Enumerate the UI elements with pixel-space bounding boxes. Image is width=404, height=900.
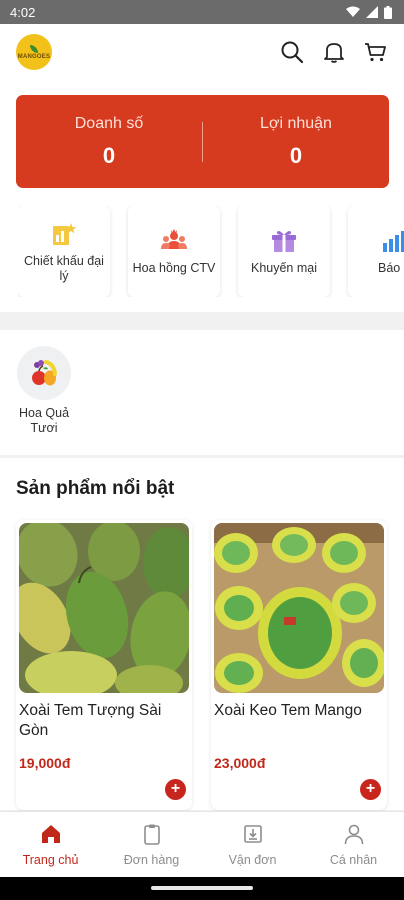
featured-section: Sản phẩm nổi bật Xoài Tem Tượng Sài Gòn …: [0, 458, 404, 810]
signal-icon: [366, 6, 378, 18]
top-section: Doanh số 0 Lợi nhuận 0 Chiết khấu đại lý…: [0, 80, 404, 312]
quick-item-label: Chiết khấu đại lý: [24, 253, 104, 283]
add-to-cart-button[interactable]: +: [165, 779, 186, 800]
quick-item-label: Báo c: [378, 261, 404, 275]
profit-block[interactable]: Lợi nhuận 0: [203, 115, 389, 169]
status-bar: 4:02: [0, 0, 404, 24]
category-section: Hoa Quả Tươi: [0, 330, 404, 455]
product-name: Xoài Tem Tượng Sài Gòn: [19, 702, 162, 739]
quick-item-agent-discount[interactable]: Chiết khấu đại lý: [18, 206, 110, 297]
bell-icon[interactable]: [322, 40, 346, 64]
add-to-cart-button[interactable]: +: [360, 779, 381, 800]
status-time: 4:02: [10, 4, 36, 20]
nav-home[interactable]: Trang chủ: [0, 812, 101, 877]
fruit-icon: [17, 346, 71, 400]
quick-item-ctv-commission[interactable]: Hoa hồng CTV: [128, 206, 220, 297]
product-image: [214, 523, 384, 693]
search-icon[interactable]: [280, 40, 304, 64]
category-label: Hoa Quả Tươi: [18, 406, 70, 435]
quick-item-report[interactable]: Báo c: [348, 206, 404, 297]
quick-item-label: Hoa hồng CTV: [132, 261, 216, 275]
logo-leaf-icon: [30, 44, 38, 53]
quick-item-label: Khuyến mại: [250, 261, 317, 275]
quick-menu: Chiết khấu đại lý Hoa hồng CTV Khuyến mạ…: [18, 206, 404, 297]
nav-shipping[interactable]: Vận đơn: [202, 812, 303, 877]
discount-chart-icon: [50, 220, 78, 248]
logo-text: MANGOES: [17, 53, 51, 60]
sales-label: Doanh số: [74, 114, 144, 132]
bottom-nav: Trang chủ Đơn hàng Vận đơn Cá nhân: [0, 811, 404, 877]
nav-orders[interactable]: Đơn hàng: [101, 812, 202, 877]
summary-card: Doanh số 0 Lợi nhuận 0: [16, 95, 389, 188]
nav-label: Trang chủ: [22, 852, 79, 867]
product-image: [19, 523, 189, 693]
nav-label: Cá nhân: [329, 852, 378, 867]
app-logo[interactable]: MANGOES: [16, 34, 52, 70]
app-header: MANGOES: [0, 24, 404, 80]
user-icon: [343, 823, 365, 845]
sales-value: 0: [102, 142, 116, 168]
nav-label: Đơn hàng: [123, 852, 180, 867]
gesture-handle[interactable]: [151, 886, 253, 890]
wifi-icon: [346, 6, 360, 18]
nav-profile[interactable]: Cá nhân: [303, 812, 404, 877]
featured-title: Sản phẩm nổi bật: [16, 478, 175, 499]
sales-block[interactable]: Doanh số 0: [16, 115, 202, 169]
shipping-box-icon: [242, 823, 264, 845]
bar-chart-icon: [380, 227, 404, 255]
nav-label: Vận đơn: [228, 852, 277, 867]
profit-value: 0: [289, 142, 303, 168]
category-item-fresh-fruit[interactable]: Hoa Quả Tươi: [14, 346, 74, 436]
product-price: 23,000đ: [214, 755, 266, 771]
profit-label: Lợi nhuận: [260, 114, 332, 132]
gift-icon: [270, 227, 298, 255]
gesture-bar-area: [0, 877, 404, 900]
clipboard-icon: [141, 823, 163, 845]
product-price: 19,000đ: [19, 755, 71, 771]
home-icon: [40, 823, 62, 845]
battery-icon: [384, 5, 392, 19]
status-icons: [346, 5, 392, 19]
product-name: Xoài Keo Tem Mango: [214, 702, 362, 719]
cart-icon[interactable]: [364, 40, 388, 64]
team-commission-icon: [160, 227, 188, 255]
product-card[interactable]: Xoài Tem Tượng Sài Gòn 19,000đ +: [16, 520, 192, 810]
product-card[interactable]: Xoài Keo Tem Mango 23,000đ +: [211, 520, 387, 810]
quick-item-promotion[interactable]: Khuyến mại: [238, 206, 330, 297]
